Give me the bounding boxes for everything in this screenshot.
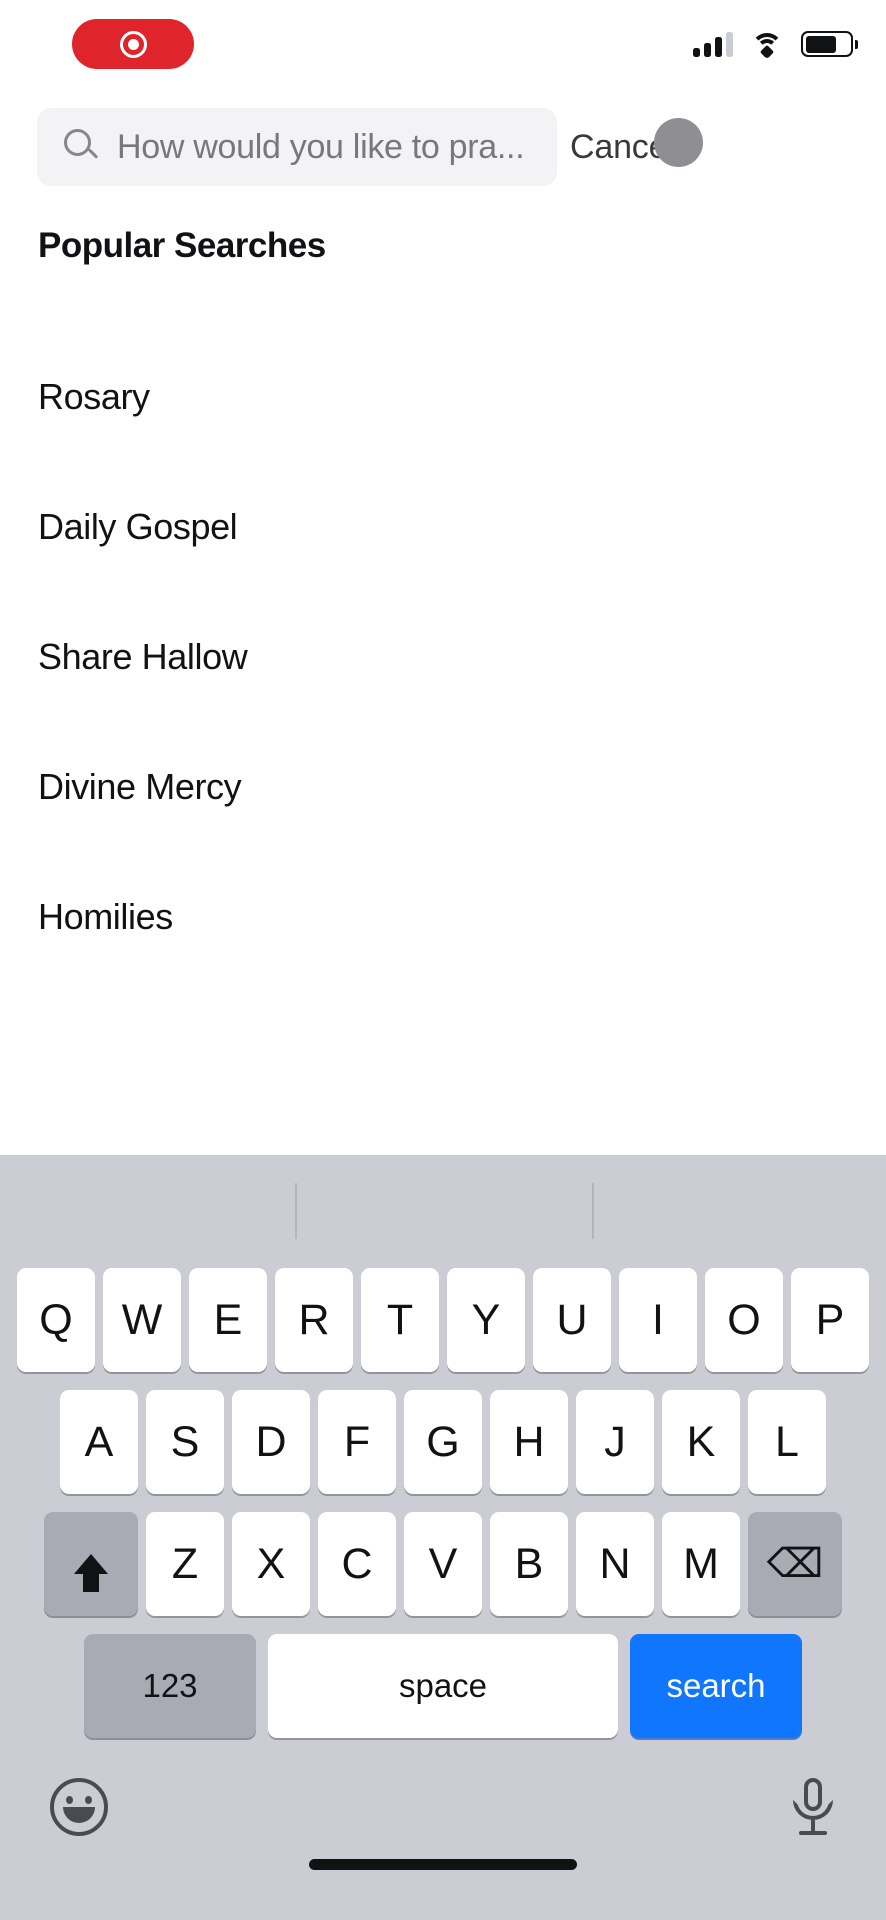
key-r[interactable]: R xyxy=(275,1268,353,1372)
keyboard-footer xyxy=(0,1756,886,1906)
emoji-icon[interactable] xyxy=(50,1778,108,1836)
popular-searches-section: Popular Searches Rosary Daily Gospel Sha… xyxy=(0,200,886,982)
keyboard-row-1: Q W E R T Y U I O P xyxy=(0,1268,886,1372)
predictive-divider xyxy=(592,1183,594,1239)
key-w[interactable]: W xyxy=(103,1268,181,1372)
on-screen-keyboard: Q W E R T Y U I O P A S D F G H J K L Z xyxy=(0,1155,886,1920)
battery-icon xyxy=(801,31,858,57)
key-t[interactable]: T xyxy=(361,1268,439,1372)
touch-pointer xyxy=(654,118,703,167)
search-key[interactable]: search xyxy=(630,1634,802,1738)
key-o[interactable]: O xyxy=(705,1268,783,1372)
key-l[interactable]: L xyxy=(748,1390,826,1494)
shift-key[interactable] xyxy=(44,1512,138,1616)
predictive-divider xyxy=(295,1183,297,1239)
home-indicator[interactable] xyxy=(309,1859,577,1870)
space-key[interactable]: space xyxy=(268,1634,618,1738)
list-item[interactable]: Rosary xyxy=(0,332,886,462)
list-item[interactable]: Divine Mercy xyxy=(0,722,886,852)
key-q[interactable]: Q xyxy=(17,1268,95,1372)
keyboard-row-4: 123 space search xyxy=(0,1634,886,1738)
keyboard-row-3: Z X C V B N M ⌫ xyxy=(0,1512,886,1616)
key-z[interactable]: Z xyxy=(146,1512,224,1616)
key-v[interactable]: V xyxy=(404,1512,482,1616)
wifi-icon xyxy=(751,32,783,59)
key-k[interactable]: K xyxy=(662,1390,740,1494)
backspace-key[interactable]: ⌫ xyxy=(748,1512,842,1616)
key-n[interactable]: N xyxy=(576,1512,654,1616)
shift-icon xyxy=(74,1554,108,1592)
list-item[interactable]: Share Hallow xyxy=(0,592,886,722)
key-u[interactable]: U xyxy=(533,1268,611,1372)
backspace-icon: ⌫ xyxy=(766,1542,824,1586)
list-item[interactable]: Daily Gospel xyxy=(0,462,886,592)
key-y[interactable]: Y xyxy=(447,1268,525,1372)
key-j[interactable]: J xyxy=(576,1390,654,1494)
list-item[interactable]: Homilies xyxy=(0,852,886,982)
key-b[interactable]: B xyxy=(490,1512,568,1616)
predictive-text-bar[interactable] xyxy=(0,1155,886,1268)
popular-searches-list: Rosary Daily Gospel Share Hallow Divine … xyxy=(0,332,886,982)
keyboard-row-2: A S D F G H J K L xyxy=(0,1390,886,1494)
key-c[interactable]: C xyxy=(318,1512,396,1616)
key-i[interactable]: I xyxy=(619,1268,697,1372)
search-bar-row: How would you like to pra... Cancel xyxy=(0,108,886,186)
status-bar xyxy=(0,0,886,88)
cellular-signal-icon xyxy=(693,31,733,57)
page-title: Popular Searches xyxy=(38,226,326,265)
search-icon xyxy=(63,128,101,166)
key-e[interactable]: E xyxy=(189,1268,267,1372)
status-icons xyxy=(693,31,858,59)
key-m[interactable]: M xyxy=(662,1512,740,1616)
key-a[interactable]: A xyxy=(60,1390,138,1494)
key-p[interactable]: P xyxy=(791,1268,869,1372)
key-d[interactable]: D xyxy=(232,1390,310,1494)
key-x[interactable]: X xyxy=(232,1512,310,1616)
microphone-icon[interactable] xyxy=(790,1778,836,1840)
numbers-key[interactable]: 123 xyxy=(84,1634,256,1738)
phone-screen: How would you like to pra... Cancel Popu… xyxy=(0,0,886,1920)
record-dot xyxy=(127,38,139,50)
search-input[interactable]: How would you like to pra... xyxy=(37,108,557,186)
key-h[interactable]: H xyxy=(490,1390,568,1494)
record-icon xyxy=(119,30,147,58)
key-f[interactable]: F xyxy=(318,1390,396,1494)
key-g[interactable]: G xyxy=(404,1390,482,1494)
search-placeholder: How would you like to pra... xyxy=(117,127,525,166)
key-s[interactable]: S xyxy=(146,1390,224,1494)
screen-recording-indicator[interactable] xyxy=(72,19,194,69)
